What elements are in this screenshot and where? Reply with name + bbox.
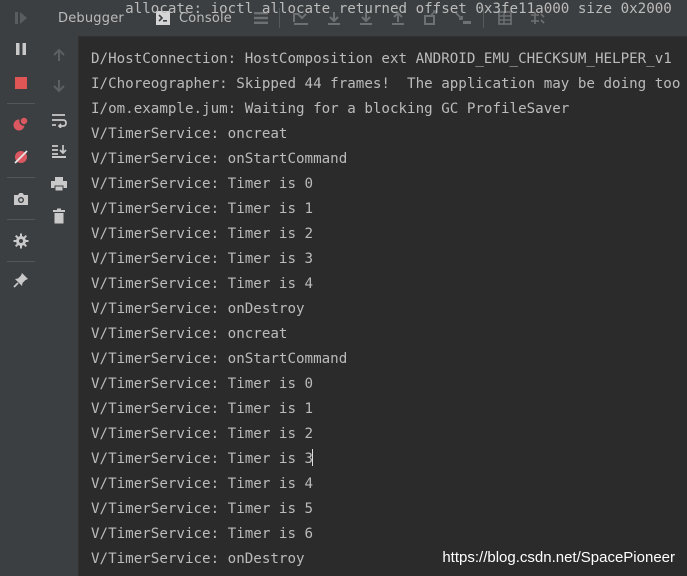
- console-line-cursor-row: V/TimerService: Timer is 3: [91, 447, 314, 472]
- pause-icon[interactable]: [7, 37, 35, 61]
- watermark: https://blog.csdn.net/SpacePioneer: [442, 549, 675, 566]
- console-line: D/HostConnection: HostComposition ext AN…: [91, 51, 672, 67]
- console-line: V/TimerService: Timer is 2: [91, 226, 314, 242]
- console-line: V/TimerService: Timer is 4: [91, 476, 314, 492]
- soft-wrap-icon[interactable]: [45, 108, 73, 132]
- console-line: V/TimerService: oncreat: [91, 126, 288, 142]
- trash-icon[interactable]: [45, 204, 73, 228]
- mute-breakpoints-icon[interactable]: [7, 145, 35, 169]
- console-line: I/om.example.jum: Waiting for a blocking…: [91, 101, 570, 117]
- resume-icon[interactable]: [7, 6, 35, 30]
- text-caret: [312, 449, 314, 466]
- console-line: V/TimerService: Timer is 0: [91, 376, 314, 392]
- console-toolbar: [41, 36, 79, 576]
- pin-icon[interactable]: [7, 268, 35, 292]
- down-arrow-icon[interactable]: [45, 74, 73, 98]
- console-line: V/TimerService: onStartCommand: [91, 351, 348, 367]
- camera-icon[interactable]: [7, 187, 35, 211]
- console-line: allocate: ioctl allocate returned offset…: [91, 1, 672, 17]
- up-arrow-icon[interactable]: [45, 43, 73, 67]
- debug-toolbar: [0, 0, 42, 576]
- console-line: I/Choreographer: Skipped 44 frames! The …: [91, 76, 687, 92]
- console-output[interactable]: allocate: ioctl allocate returned offset…: [79, 0, 687, 576]
- console-line: V/TimerService: Timer is 0: [91, 176, 314, 192]
- scroll-to-end-icon[interactable]: [45, 139, 73, 163]
- console-line: V/TimerService: onDestroy: [91, 551, 305, 567]
- console-line: V/TimerService: oncreat: [91, 326, 288, 342]
- console-line: V/TimerService: Timer is 1: [91, 401, 314, 417]
- console-line: V/TimerService: Timer is 1: [91, 201, 314, 217]
- console-line: V/TimerService: Timer is 3: [91, 251, 314, 267]
- console-line-text: V/TimerService: Timer is 3: [91, 451, 314, 467]
- print-icon[interactable]: [45, 172, 73, 196]
- console-line: V/TimerService: Timer is 6: [91, 526, 314, 542]
- console-line: V/TimerService: onStartCommand: [91, 151, 348, 167]
- view-breakpoints-icon[interactable]: [7, 112, 35, 136]
- console-line: V/TimerService: Timer is 5: [91, 501, 314, 517]
- console-line: V/TimerService: Timer is 4: [91, 276, 314, 292]
- stop-icon[interactable]: [7, 71, 35, 95]
- settings-icon[interactable]: [7, 229, 35, 253]
- console-line: V/TimerService: onDestroy: [91, 301, 305, 317]
- console-line: V/TimerService: Timer is 2: [91, 426, 314, 442]
